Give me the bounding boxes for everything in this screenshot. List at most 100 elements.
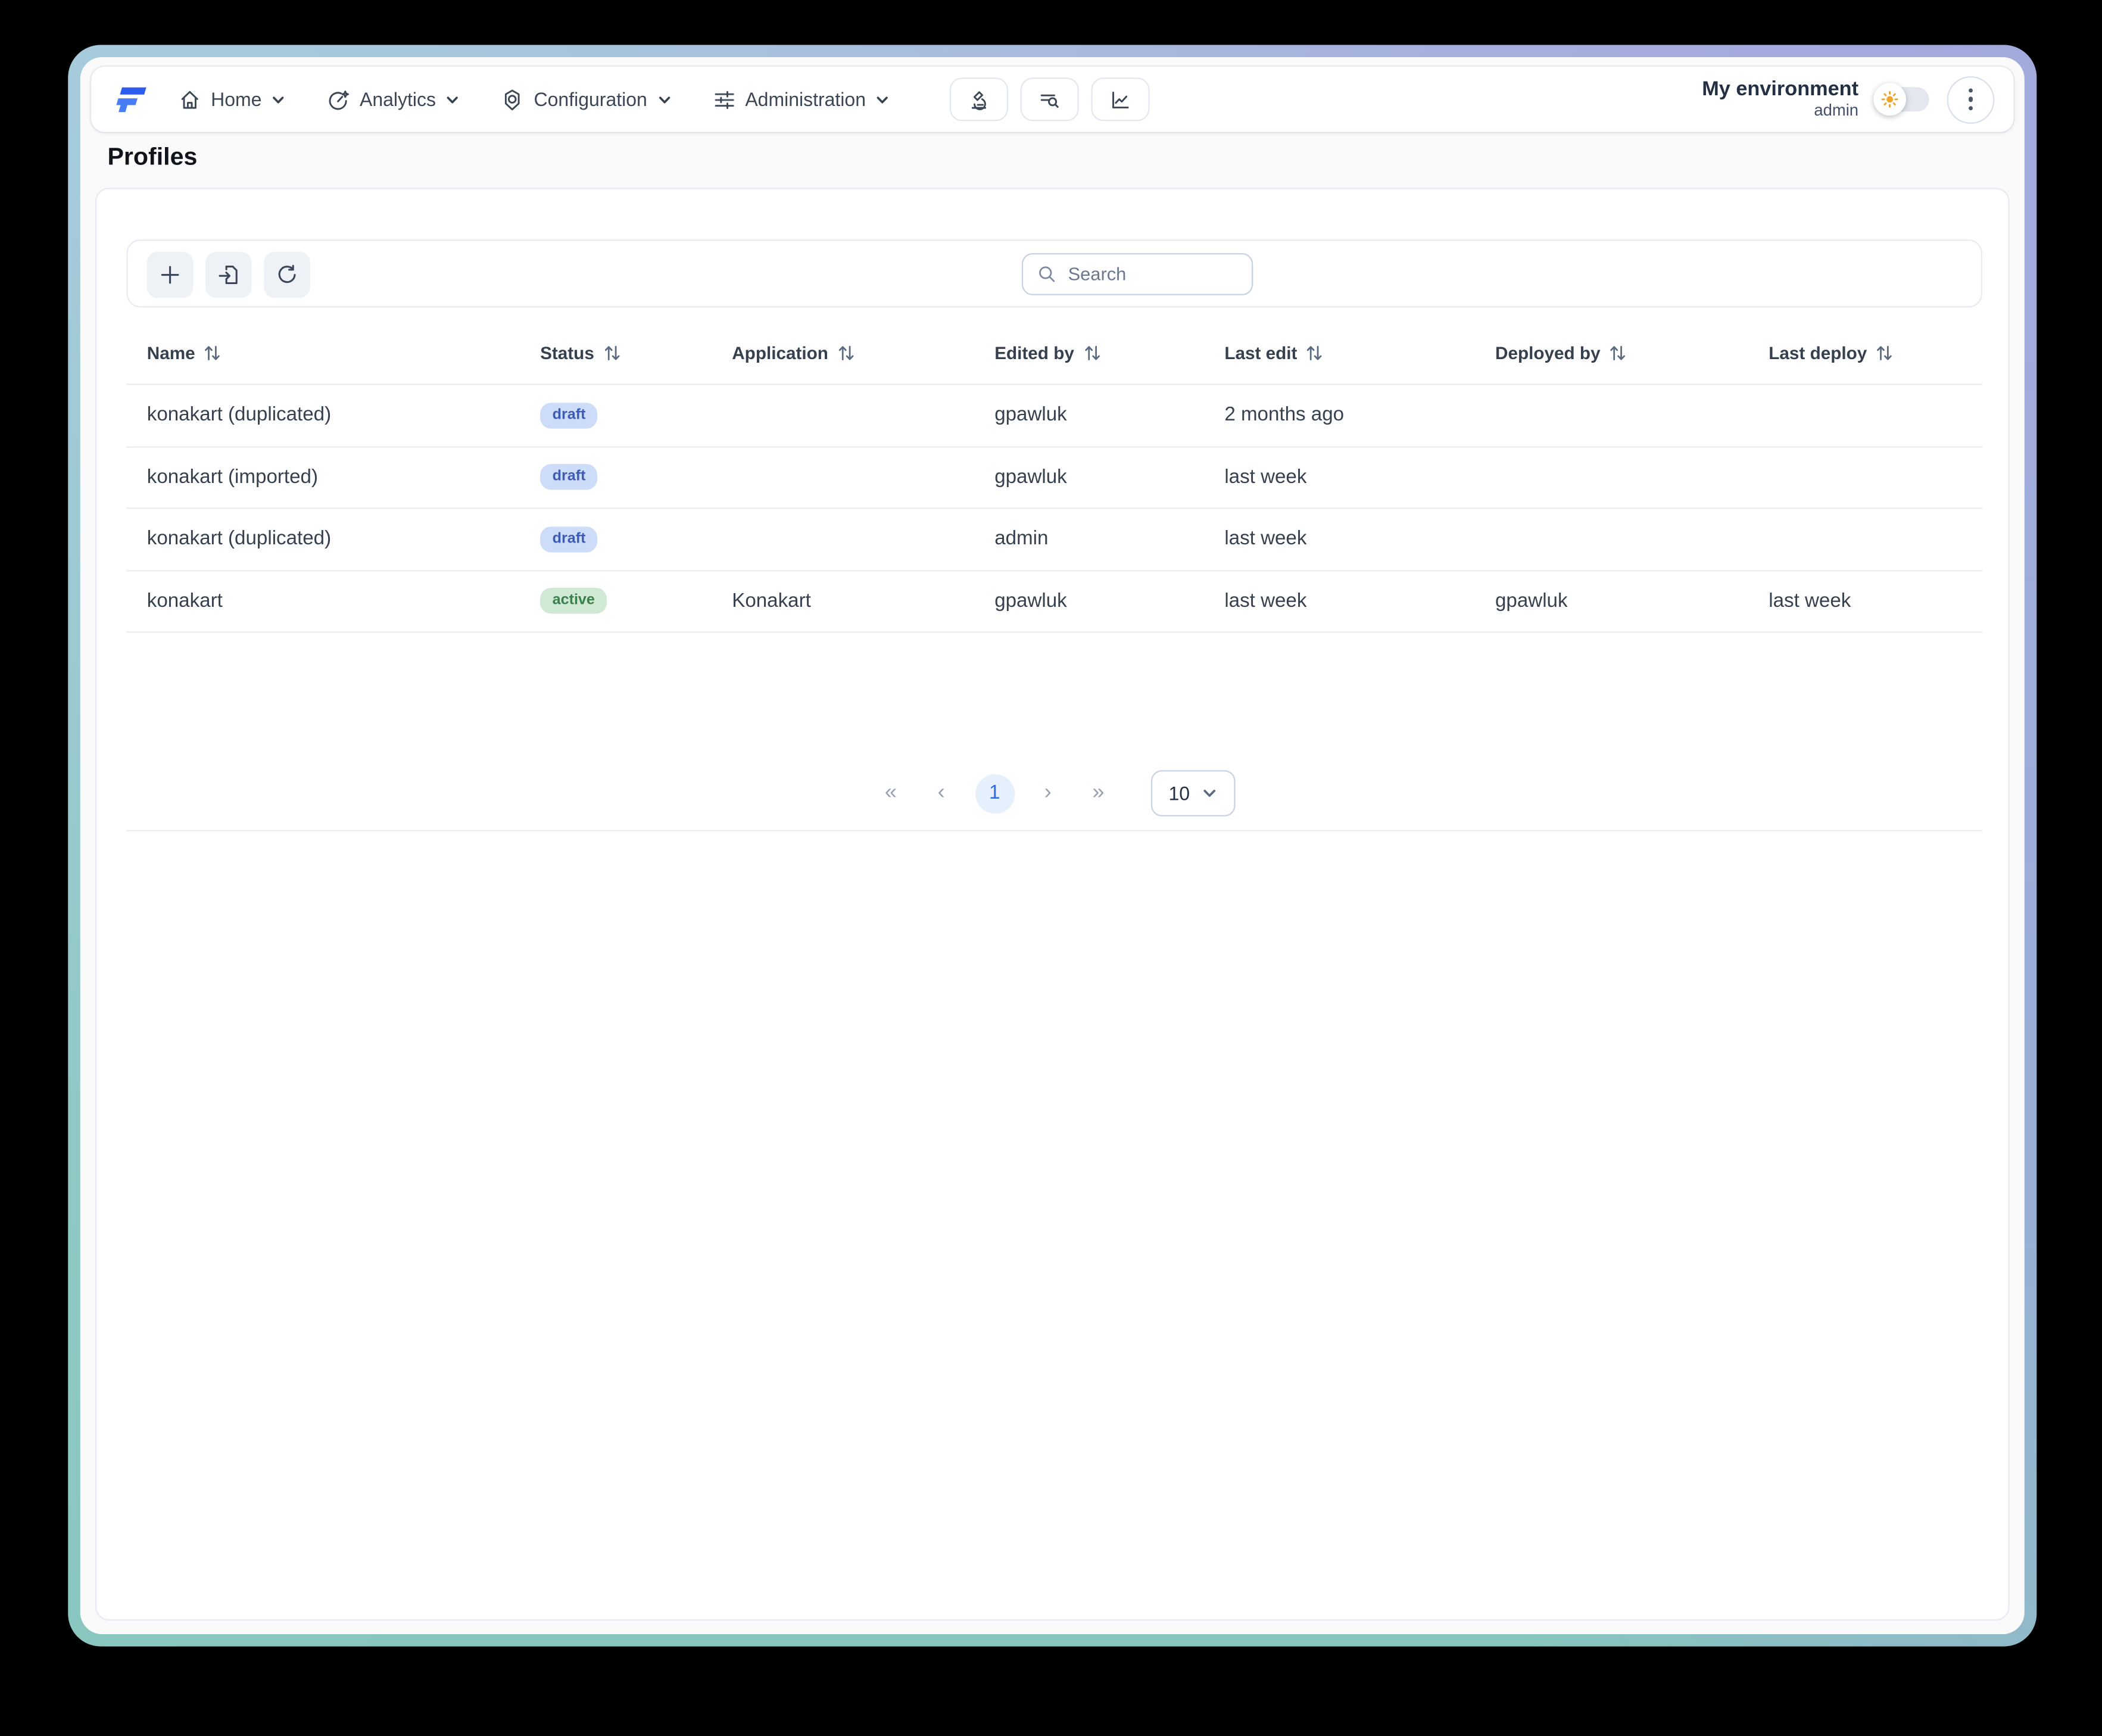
table-header-row: Name Status Application Edited by Last e… [126, 322, 1982, 385]
more-menu-button[interactable] [1947, 75, 1995, 123]
cell-last-deploy: last week [1769, 590, 1851, 612]
sun-icon [1880, 90, 1900, 109]
first-page-button[interactable]: « [874, 781, 907, 805]
nav-action-buttons [950, 77, 1150, 121]
refresh-icon [275, 263, 300, 287]
kebab-dot [1968, 88, 1973, 93]
cell-edited-by: gpawluk [994, 466, 1067, 488]
nav-item-configuration[interactable]: Configuration [501, 88, 672, 111]
cell-status: draft [540, 526, 732, 553]
line-chart-icon [1109, 88, 1133, 111]
nav-item-label: Configuration [534, 88, 647, 111]
cell-last-edit: last week [1224, 528, 1307, 550]
table-row[interactable]: konakart (duplicated) draft gpawluk 2 mo… [126, 385, 1982, 447]
import-icon [216, 263, 241, 287]
screenshot-stage: Home Analytics Configuration Administrat… [0, 0, 2102, 1736]
home-icon [178, 88, 201, 111]
pagination: « ‹ 1 › » 10 [126, 756, 1982, 832]
nav-right-cluster: My environment admin [1702, 75, 1995, 123]
chevron-down-icon [1200, 785, 1217, 801]
cell-last-edit: last week [1224, 466, 1307, 488]
cell-edited-by: admin [994, 528, 1049, 550]
previous-page-button[interactable]: ‹ [927, 781, 956, 805]
current-page-button[interactable]: 1 [975, 773, 1015, 814]
cell-application: Konakart [732, 590, 811, 612]
cell-edited-by: gpawluk [994, 590, 1067, 612]
app-window: Home Analytics Configuration Administrat… [80, 57, 2025, 1635]
next-page-button[interactable]: › [1033, 781, 1062, 805]
import-profile-button[interactable] [205, 251, 252, 298]
nav-item-home[interactable]: Home [178, 88, 286, 111]
inspect-button[interactable] [950, 77, 1009, 121]
table-row[interactable]: konakart (duplicated) draft admin last w… [126, 509, 1982, 571]
search-input[interactable] [1068, 264, 1239, 285]
gauge-icon [327, 88, 350, 111]
sort-icon [1084, 344, 1100, 362]
status-badge: draft [540, 464, 598, 491]
theme-toggle-knob [1873, 83, 1907, 116]
cell-name: konakart [146, 590, 223, 612]
cell-deployed-by: gpawluk [1495, 590, 1568, 612]
nav-item-label: Administration [745, 88, 866, 111]
profiles-card: Name Status Application Edited by [95, 188, 2010, 1621]
cell-status: draft [540, 464, 732, 491]
sort-icon [1876, 344, 1892, 362]
app-logo-icon [113, 83, 148, 116]
sort-icon [1306, 344, 1323, 362]
environment-name: My environment [1702, 78, 1859, 102]
cell-name: konakart (imported) [146, 466, 319, 488]
column-header-last-edit[interactable]: Last edit [1224, 343, 1495, 363]
chevron-down-icon [271, 92, 286, 107]
theme-toggle[interactable] [1873, 83, 1929, 116]
cell-status: active [540, 588, 732, 615]
refresh-button[interactable] [264, 251, 310, 298]
last-page-button[interactable]: » [1081, 781, 1115, 805]
kebab-dot [1968, 96, 1973, 102]
chevron-down-icon [875, 92, 890, 107]
cell-last-edit: last week [1224, 590, 1307, 612]
list-search-icon [1038, 88, 1062, 111]
sort-icon [1610, 344, 1626, 362]
chevron-down-icon [657, 92, 672, 107]
table-row[interactable]: konakart active Konakart gpawluk last we… [126, 571, 1982, 633]
environment-info: My environment admin [1702, 78, 1858, 120]
add-icon [158, 263, 182, 287]
toolbar-buttons [146, 251, 310, 298]
nav-item-administration[interactable]: Administration [712, 88, 890, 111]
page-title: Profiles [107, 142, 198, 170]
environment-user: admin [1814, 100, 1859, 120]
microscope-icon [968, 88, 991, 111]
nav-item-analytics[interactable]: Analytics [327, 88, 460, 111]
status-badge: draft [540, 402, 598, 429]
sort-icon [838, 344, 854, 362]
nav-item-label: Home [211, 88, 262, 111]
status-badge: draft [540, 526, 598, 553]
table-row[interactable]: konakart (imported) draft gpawluk last w… [126, 447, 1982, 509]
cell-status: draft [540, 402, 732, 429]
metrics-button[interactable] [1091, 77, 1150, 121]
cell-edited-by: gpawluk [994, 404, 1067, 426]
column-header-status[interactable]: Status [540, 343, 732, 363]
badge-target-icon [501, 88, 525, 111]
sliders-icon [712, 88, 735, 111]
top-navbar: Home Analytics Configuration Administrat… [91, 66, 2014, 132]
profiles-table: Name Status Application Edited by Last e… [126, 322, 1982, 633]
column-header-last-deploy[interactable]: Last deploy [1769, 343, 1982, 363]
column-header-edited-by[interactable]: Edited by [994, 343, 1224, 363]
cell-name: konakart (duplicated) [146, 528, 332, 550]
cell-name: konakart (duplicated) [146, 404, 332, 426]
page-size-select[interactable]: 10 [1150, 770, 1235, 816]
table-toolbar [126, 239, 1982, 308]
column-header-name[interactable]: Name [147, 343, 540, 363]
search-box [1021, 253, 1253, 295]
search-icon [1037, 264, 1057, 284]
add-profile-button[interactable] [146, 251, 194, 298]
chevron-down-icon [445, 92, 460, 107]
sort-icon [205, 344, 221, 362]
window-frame: Home Analytics Configuration Administrat… [68, 45, 2037, 1647]
column-header-deployed-by[interactable]: Deployed by [1495, 343, 1769, 363]
cell-last-edit: 2 months ago [1224, 404, 1345, 426]
status-badge: active [540, 588, 607, 615]
log-search-button[interactable] [1021, 77, 1080, 121]
column-header-application[interactable]: Application [732, 343, 994, 363]
